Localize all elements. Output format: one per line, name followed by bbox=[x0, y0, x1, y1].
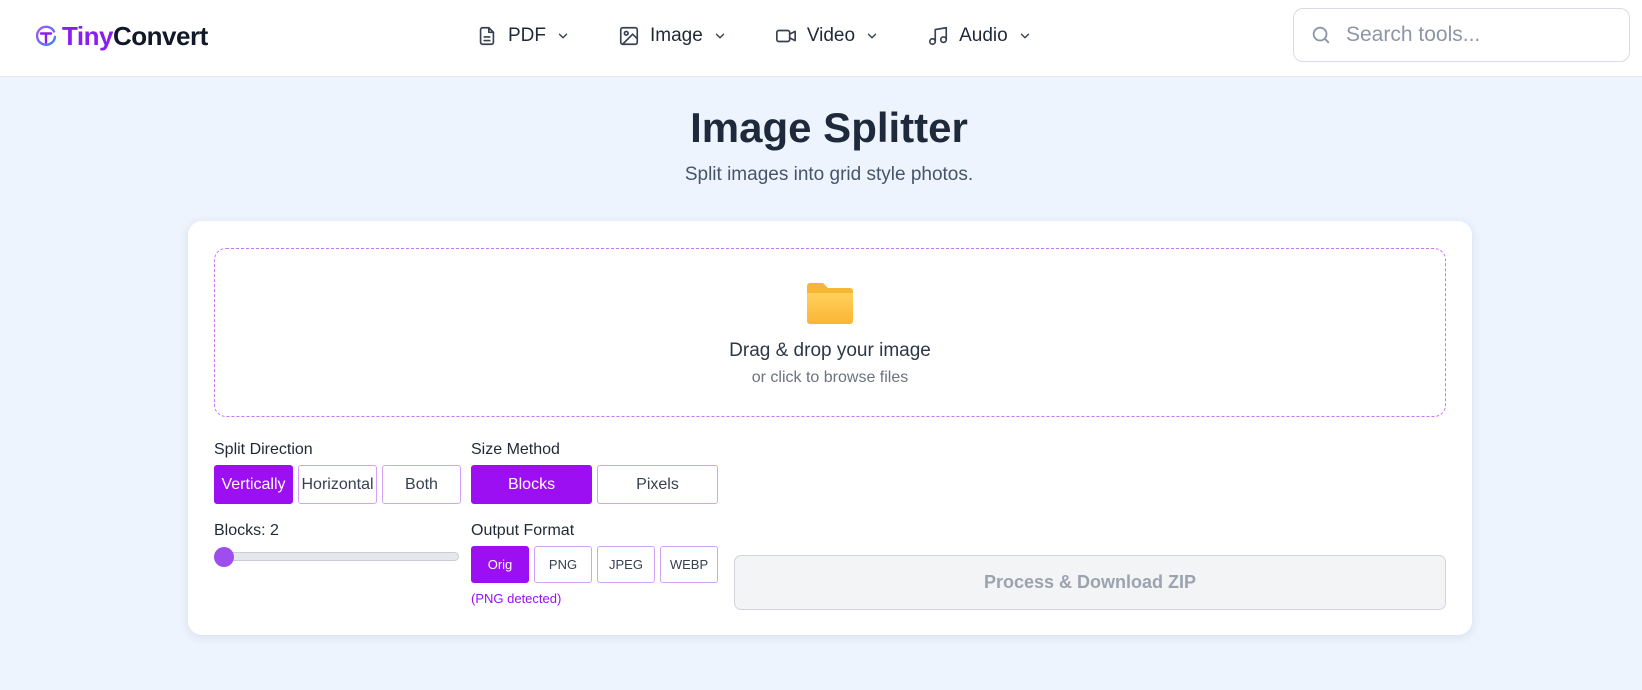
file-dropzone[interactable]: Drag & drop your image or click to brows… bbox=[214, 248, 1446, 417]
nav-image[interactable]: Image bbox=[618, 25, 727, 47]
nav-video-label: Video bbox=[806, 25, 856, 46]
blocks-count-label: Blocks: 2 bbox=[214, 522, 279, 539]
brand-name-part1: Tiny bbox=[62, 21, 113, 51]
split-both-button[interactable]: Both bbox=[382, 465, 461, 504]
tool-card: Drag & drop your image or click to brows… bbox=[188, 221, 1472, 635]
search-icon bbox=[1312, 26, 1330, 44]
logo-icon bbox=[35, 25, 57, 46]
video-icon bbox=[775, 29, 796, 43]
size-blocks-button[interactable]: Blocks bbox=[471, 465, 592, 504]
folder-icon bbox=[807, 283, 853, 324]
dropzone-subtitle: or click to browse files bbox=[751, 369, 909, 386]
search-input[interactable] bbox=[1346, 23, 1606, 47]
nav-pdf-label: PDF bbox=[508, 25, 546, 46]
nav-image-label: Image bbox=[650, 25, 703, 46]
chevron-down-icon bbox=[558, 33, 568, 39]
split-vertically-button[interactable]: Vertically bbox=[214, 465, 293, 504]
page-title: Image Splitter bbox=[690, 104, 968, 151]
music-icon bbox=[929, 26, 948, 46]
output-format-label: Output Format bbox=[471, 522, 575, 539]
split-horizontal-button[interactable]: Horizontal bbox=[298, 465, 377, 504]
nav-video[interactable]: Video bbox=[775, 25, 879, 47]
format-webp-button[interactable]: WEBP bbox=[660, 546, 718, 583]
size-pixels-button[interactable]: Pixels bbox=[597, 465, 718, 504]
image-icon bbox=[619, 26, 639, 46]
nav-audio-label: Audio bbox=[959, 25, 1008, 46]
brand-name-part2: Convert bbox=[112, 21, 208, 51]
file-icon bbox=[479, 26, 495, 46]
format-png-button[interactable]: PNG bbox=[534, 546, 592, 583]
main-nav: PDF Image Video Audio bbox=[476, 0, 1080, 72]
top-navbar: Tiny Convert PDF Image Video Audio bbox=[0, 0, 1642, 77]
chevron-down-icon bbox=[867, 33, 877, 39]
chevron-down-icon bbox=[715, 33, 725, 39]
format-detected-hint: (PNG detected) bbox=[471, 591, 562, 606]
size-method-label: Size Method bbox=[471, 441, 560, 458]
process-download-button[interactable]: Process & Download ZIP bbox=[734, 555, 1446, 610]
chevron-down-icon bbox=[1020, 33, 1029, 39]
nav-pdf[interactable]: PDF bbox=[476, 25, 570, 47]
format-orig-button[interactable]: Orig bbox=[471, 546, 529, 583]
nav-audio[interactable]: Audio bbox=[927, 25, 1032, 47]
format-jpeg-button[interactable]: JPEG bbox=[597, 546, 655, 583]
search-box[interactable] bbox=[1293, 8, 1630, 62]
blocks-slider-track[interactable] bbox=[214, 552, 459, 561]
blocks-slider-handle[interactable] bbox=[214, 547, 234, 567]
split-direction-label: Split Direction bbox=[214, 441, 313, 458]
dropzone-title: Drag & drop your image bbox=[729, 340, 931, 361]
logo[interactable]: Tiny Convert bbox=[34, 21, 208, 52]
page-subtitle: Split images into grid style photos. bbox=[684, 164, 974, 185]
